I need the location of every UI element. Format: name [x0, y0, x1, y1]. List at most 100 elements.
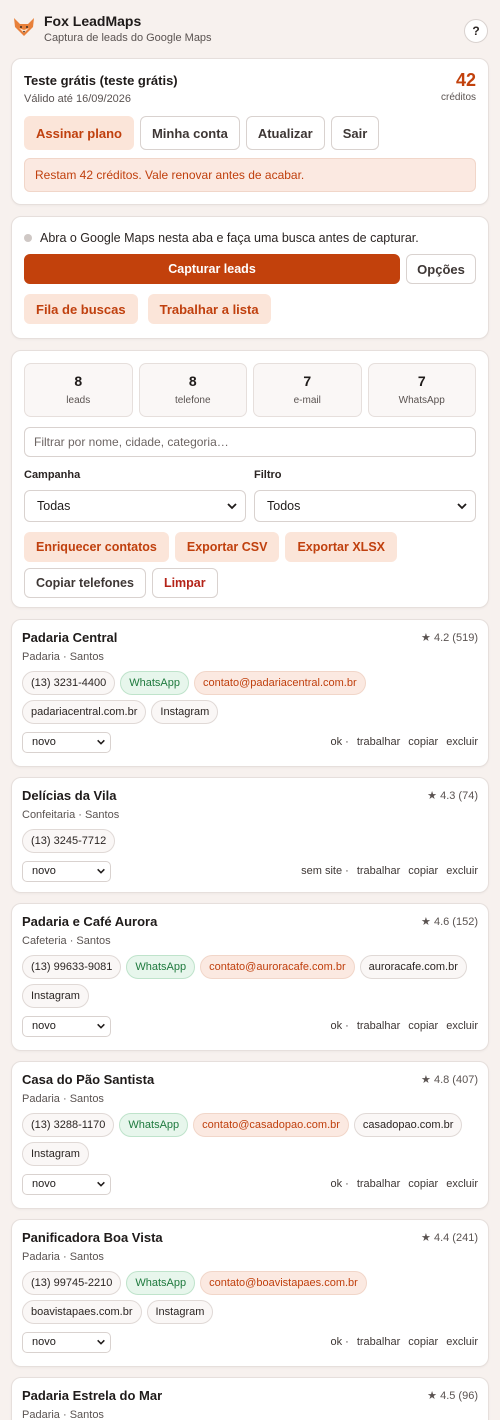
copy-phones-button[interactable]: Copiar telefones	[24, 568, 146, 598]
site-chip[interactable]: casadopao.com.br	[353, 1113, 463, 1137]
lead-status-select[interactable]: novo	[22, 1331, 111, 1353]
stat-label: telefone	[174, 395, 211, 406]
site-status: ok ·	[330, 736, 349, 748]
copy-link[interactable]: copiar	[408, 736, 438, 748]
delete-link[interactable]: excluir	[446, 1020, 478, 1032]
lead-status-select[interactable]: novo	[22, 731, 111, 753]
email-chip[interactable]: contato@padariacentral.com.br	[193, 671, 366, 695]
work-list-button[interactable]: Trabalhar a lista	[147, 294, 271, 324]
whatsapp-chip[interactable]: WhatsApp	[126, 1271, 196, 1295]
delete-link[interactable]: excluir	[446, 865, 478, 877]
site-status: ok ·	[330, 1020, 349, 1032]
plan-card: Teste grátis (teste grátis) Válido até 1…	[11, 58, 489, 205]
site-chip[interactable]: boavistapaes.com.br	[22, 1300, 142, 1324]
help-button[interactable]: ?	[464, 19, 488, 43]
copy-link[interactable]: copiar	[408, 1336, 438, 1348]
lead-rating: ★ 4.2 (519)	[421, 632, 478, 644]
lead-status-select[interactable]: novo	[22, 1015, 111, 1037]
instagram-chip[interactable]: Instagram	[22, 1142, 89, 1166]
plan-title: Teste grátis (teste grátis)	[24, 73, 178, 88]
phone-chip[interactable]: (13) 3245-7712	[22, 829, 116, 853]
lead-category: Padaria · Santos	[22, 651, 104, 663]
email-chip[interactable]: contato@boavistapaes.com.br	[200, 1271, 367, 1295]
work-link[interactable]: trabalhar	[357, 736, 400, 748]
stat-value: 8	[74, 373, 83, 389]
filter-value: Todos	[267, 499, 301, 513]
chevron-down-icon	[457, 503, 467, 510]
search-queue-button[interactable]: Fila de buscas	[24, 294, 138, 324]
email-chip[interactable]: contato@casadopao.com.br	[193, 1113, 349, 1137]
copy-link[interactable]: copiar	[408, 1020, 438, 1032]
chevron-down-icon	[97, 1181, 105, 1187]
options-button[interactable]: Opções	[406, 254, 476, 284]
instagram-chip[interactable]: Instagram	[151, 700, 219, 724]
work-link[interactable]: trabalhar	[357, 1020, 400, 1032]
subscribe-button[interactable]: Assinar plano	[24, 116, 134, 150]
lead-category: Confeitaria · Santos	[22, 809, 120, 821]
site-status: ok ·	[330, 1178, 349, 1190]
work-link[interactable]: trabalhar	[357, 865, 400, 877]
lead-status-select[interactable]: novo	[22, 1173, 111, 1195]
delete-link[interactable]: excluir	[446, 736, 478, 748]
credits-label: créditos	[440, 92, 476, 103]
capture-hint: Abra o Google Maps nesta aba e faça uma …	[24, 231, 476, 245]
instagram-chip[interactable]: Instagram	[146, 1300, 214, 1324]
copy-link[interactable]: copiar	[408, 865, 438, 877]
filter-select[interactable]: Todos	[254, 490, 476, 522]
enrich-contacts-button[interactable]: Enriquecer contatos	[24, 532, 169, 562]
stat-label: WhatsApp	[398, 395, 445, 406]
my-account-button[interactable]: Minha conta	[139, 116, 240, 150]
work-link[interactable]: trabalhar	[357, 1336, 400, 1348]
delete-link[interactable]: excluir	[446, 1336, 478, 1348]
filter-label: Filtro	[254, 469, 282, 481]
help-icon: ?	[472, 24, 480, 38]
site-chip[interactable]: padariacentral.com.br	[22, 700, 147, 724]
capture-card: Abra o Google Maps nesta aba e faça uma …	[11, 216, 489, 339]
lead-status-value: novo	[32, 1178, 56, 1190]
credits-number: 42	[455, 70, 476, 90]
delete-link[interactable]: excluir	[446, 1178, 478, 1190]
email-chip[interactable]: contato@auroracafe.com.br	[200, 955, 355, 979]
export-csv-button[interactable]: Exportar CSV	[174, 532, 280, 562]
lead-name: Padaria Central	[22, 630, 118, 645]
whatsapp-chip[interactable]: WhatsApp	[126, 955, 196, 979]
lead-card: Panificadora Boa Vista ★ 4.4 (241) Padar…	[11, 1219, 489, 1367]
whatsapp-chip[interactable]: WhatsApp	[120, 671, 189, 695]
stat-whatsapp: 7 WhatsApp	[367, 363, 476, 417]
instagram-chip[interactable]: Instagram	[22, 984, 89, 1008]
copy-link[interactable]: copiar	[408, 1178, 438, 1190]
filter-input[interactable]	[24, 427, 476, 457]
campaign-select[interactable]: Todas	[24, 490, 246, 522]
lead-card: Padaria Central ★ 4.2 (519) Padaria · Sa…	[11, 619, 489, 767]
refresh-button[interactable]: Atualizar	[245, 116, 325, 150]
lead-status-value: novo	[32, 865, 56, 877]
lead-card: Delícias da Vila ★ 4.3 (74) Confeitaria …	[11, 777, 489, 893]
phone-chip[interactable]: (13) 3288-1170	[22, 1113, 115, 1137]
lead-name: Padaria e Café Aurora	[22, 914, 158, 929]
stat-phone: 8 telefone	[138, 363, 247, 417]
lead-name: Padaria Estrela do Mar	[22, 1388, 163, 1403]
logout-button[interactable]: Sair	[330, 116, 380, 150]
fox-logo-icon	[14, 18, 34, 36]
lead-category: Padaria · Santos	[22, 1251, 104, 1263]
app-subtitle: Captura de leads do Google Maps	[44, 32, 212, 44]
export-xlsx-button[interactable]: Exportar XLSX	[285, 532, 397, 562]
status-dot-icon	[24, 234, 32, 242]
lead-rating: ★ 4.3 (74)	[427, 790, 478, 802]
chevron-down-icon	[97, 868, 105, 874]
stats-card: 8 leads 8 telefone 7 e-mail 7 WhatsApp C…	[11, 350, 489, 608]
phone-chip[interactable]: (13) 3231-4400	[22, 671, 116, 695]
whatsapp-chip[interactable]: WhatsApp	[119, 1113, 189, 1137]
chevron-down-icon	[97, 1339, 105, 1345]
work-link[interactable]: trabalhar	[357, 1178, 400, 1190]
site-chip[interactable]: auroracafe.com.br	[359, 955, 467, 979]
lead-category: Padaria · Santos	[22, 1093, 104, 1105]
phone-chip[interactable]: (13) 99745-2210	[22, 1271, 122, 1295]
phone-chip[interactable]: (13) 99633-9081	[22, 955, 122, 979]
capture-hint-text: Abra o Google Maps nesta aba e faça uma …	[40, 231, 419, 245]
clear-button[interactable]: Limpar	[151, 568, 218, 598]
lead-name: Panificadora Boa Vista	[22, 1230, 163, 1245]
campaign-value: Todas	[37, 499, 71, 513]
lead-status-select[interactable]: novo	[22, 860, 111, 882]
capture-leads-button[interactable]: Capturar leads	[24, 254, 400, 284]
